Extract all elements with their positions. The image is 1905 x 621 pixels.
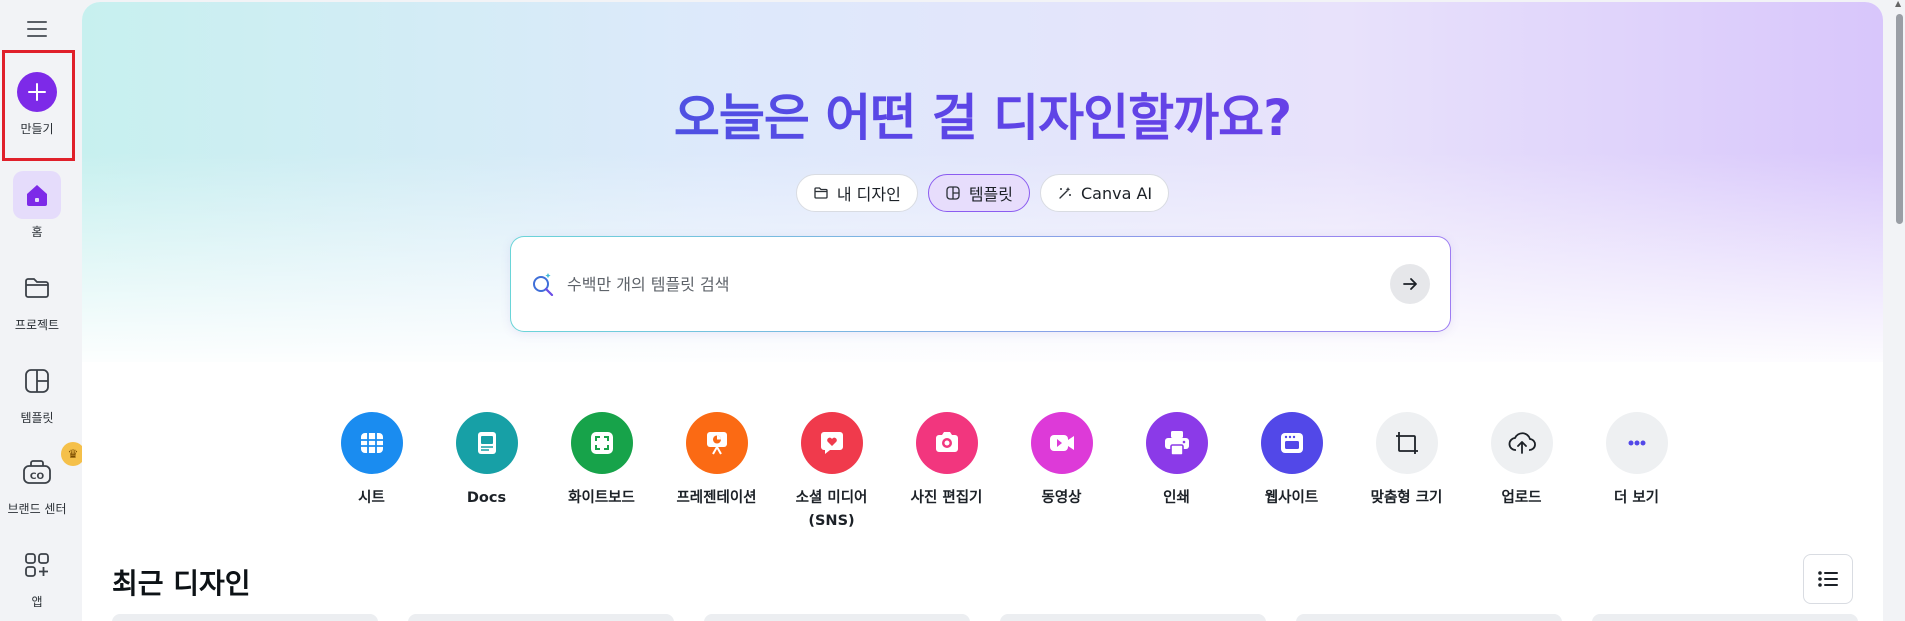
page-scrollbar[interactable]: ▲	[1893, 0, 1905, 621]
shortcut-label: 맞춤형 크기	[1370, 490, 1443, 506]
hero-tabs: 내 디자인 템플릿 Canva AI	[82, 174, 1883, 212]
shortcut-label: 웹사이트	[1264, 490, 1319, 506]
shortcut-upload[interactable]: 업로드	[1464, 412, 1579, 531]
plus-icon	[17, 72, 57, 112]
brand-icon: CO ♛	[13, 442, 85, 496]
sidebar: 만들기 홈 프로젝트 템플릿 CO ♛ 브랜드 센터 앱	[0, 0, 85, 621]
design-thumbnail[interactable]	[1296, 614, 1562, 621]
shortcut-label: 업로드	[1501, 490, 1542, 506]
sidebar-item-apps[interactable]: 앱	[0, 541, 74, 610]
shortcut-label: Docs	[466, 490, 507, 506]
search-input[interactable]	[567, 274, 1390, 294]
printer-icon	[1145, 412, 1208, 474]
sidebar-item-label: 홈	[31, 225, 43, 239]
menu-icon	[27, 21, 47, 23]
tab-templates[interactable]: 템플릿	[927, 174, 1030, 212]
shortcut-sheet[interactable]: 시트	[314, 412, 429, 531]
design-thumbnail[interactable]	[1592, 614, 1858, 621]
page-title: 오늘은 어떤 걸 디자인할까요?	[82, 78, 1883, 150]
shortcut-label: 프레젠테이션	[676, 490, 757, 506]
design-type-shortcuts: 시트 Docs 화이트보드 프레젠테이션 소셜 미디어 (SNS) 사진 편집기…	[314, 412, 1694, 531]
sidebar-item-label: 만들기	[20, 122, 54, 136]
presentation-icon	[685, 412, 748, 474]
sheet-icon	[340, 412, 403, 474]
template-icon	[946, 186, 960, 200]
template-icon	[13, 357, 61, 405]
video-icon	[1030, 412, 1093, 474]
design-thumbnail[interactable]	[112, 614, 378, 621]
sidebar-item-label: 브랜드 센터	[7, 502, 67, 516]
design-thumbnail[interactable]	[408, 614, 674, 621]
scrollbar-thumb[interactable]	[1896, 14, 1903, 224]
upload-icon	[1490, 412, 1553, 474]
heart-icon	[800, 412, 863, 474]
shortcut-label-secondary: (SNS)	[808, 513, 855, 529]
resize-icon	[1375, 412, 1438, 474]
sidebar-item-label: 프로젝트	[14, 318, 60, 332]
tab-label: 내 디자인	[836, 185, 901, 204]
tab-label: 템플릿	[968, 185, 1013, 204]
shortcut-label: 더 보기	[1613, 490, 1660, 506]
tab-label: Canva AI	[1081, 183, 1153, 203]
home-icon	[13, 171, 61, 219]
design-thumbnail[interactable]	[1000, 614, 1266, 621]
shortcut-docs[interactable]: Docs	[429, 412, 544, 531]
shortcut-website[interactable]: 웹사이트	[1234, 412, 1349, 531]
folder-icon	[13, 264, 61, 312]
scroll-up-arrow-icon[interactable]: ▲	[1895, 0, 1903, 8]
apps-icon	[13, 541, 61, 589]
sidebar-item-brand-center[interactable]: CO ♛ 브랜드 센터	[0, 442, 85, 517]
sidebar-item-create[interactable]: 만들기	[0, 72, 74, 137]
shortcut-print[interactable]: 인쇄	[1119, 412, 1234, 531]
shortcut-custom-size[interactable]: 맞춤형 크기	[1349, 412, 1464, 531]
shortcut-presentation[interactable]: 프레젠테이션	[659, 412, 774, 531]
whiteboard-icon	[570, 412, 633, 474]
shortcut-social-media[interactable]: 소셜 미디어 (SNS)	[774, 412, 889, 531]
shortcut-label: 시트	[358, 490, 385, 506]
shortcut-photo-editor[interactable]: 사진 편집기	[889, 412, 1004, 531]
sidebar-item-projects[interactable]: 프로젝트	[0, 264, 74, 333]
sidebar-item-label: 템플릿	[20, 411, 54, 425]
list-icon	[1818, 571, 1838, 587]
template-search-box	[510, 236, 1451, 332]
menu-icon-line	[27, 28, 47, 30]
magic-wand-icon	[1059, 187, 1071, 199]
shortcut-label: 사진 편집기	[910, 490, 983, 506]
shortcut-label: 화이트보드	[568, 490, 635, 506]
design-thumbnail[interactable]	[704, 614, 970, 621]
menu-toggle-button[interactable]	[22, 14, 52, 44]
website-icon	[1260, 412, 1323, 474]
shortcut-whiteboard[interactable]: 화이트보드	[544, 412, 659, 531]
shortcut-label: 인쇄	[1163, 490, 1190, 506]
shortcut-more[interactable]: 더 보기	[1579, 412, 1694, 531]
tab-my-designs[interactable]: 내 디자인	[795, 174, 918, 212]
sidebar-item-label: 앱	[31, 595, 43, 609]
recent-designs-title: 최근 디자인	[112, 567, 251, 600]
sidebar-item-templates[interactable]: 템플릿	[0, 357, 74, 426]
folder-icon	[814, 187, 828, 199]
shortcut-label: 동영상	[1041, 490, 1082, 506]
more-icon	[1605, 412, 1668, 474]
svg-text:CO: CO	[30, 472, 45, 482]
camera-icon	[915, 412, 978, 474]
docs-icon	[455, 412, 518, 474]
menu-icon-line	[27, 35, 47, 37]
search-submit-button[interactable]	[1390, 264, 1430, 304]
arrow-right-icon	[1403, 278, 1417, 290]
sidebar-item-home[interactable]: 홈	[0, 171, 74, 240]
list-view-button[interactable]	[1803, 554, 1853, 604]
main-panel: 오늘은 어떤 걸 디자인할까요? 내 디자인 템플릿 Canva AI 시트	[82, 2, 1883, 621]
shortcut-video[interactable]: 동영상	[1004, 412, 1119, 531]
search-sparkle-icon	[533, 273, 554, 296]
recent-designs-grid	[112, 614, 1858, 621]
tab-canva-ai[interactable]: Canva AI	[1040, 174, 1170, 212]
shortcut-label: 소셜 미디어	[795, 490, 868, 506]
